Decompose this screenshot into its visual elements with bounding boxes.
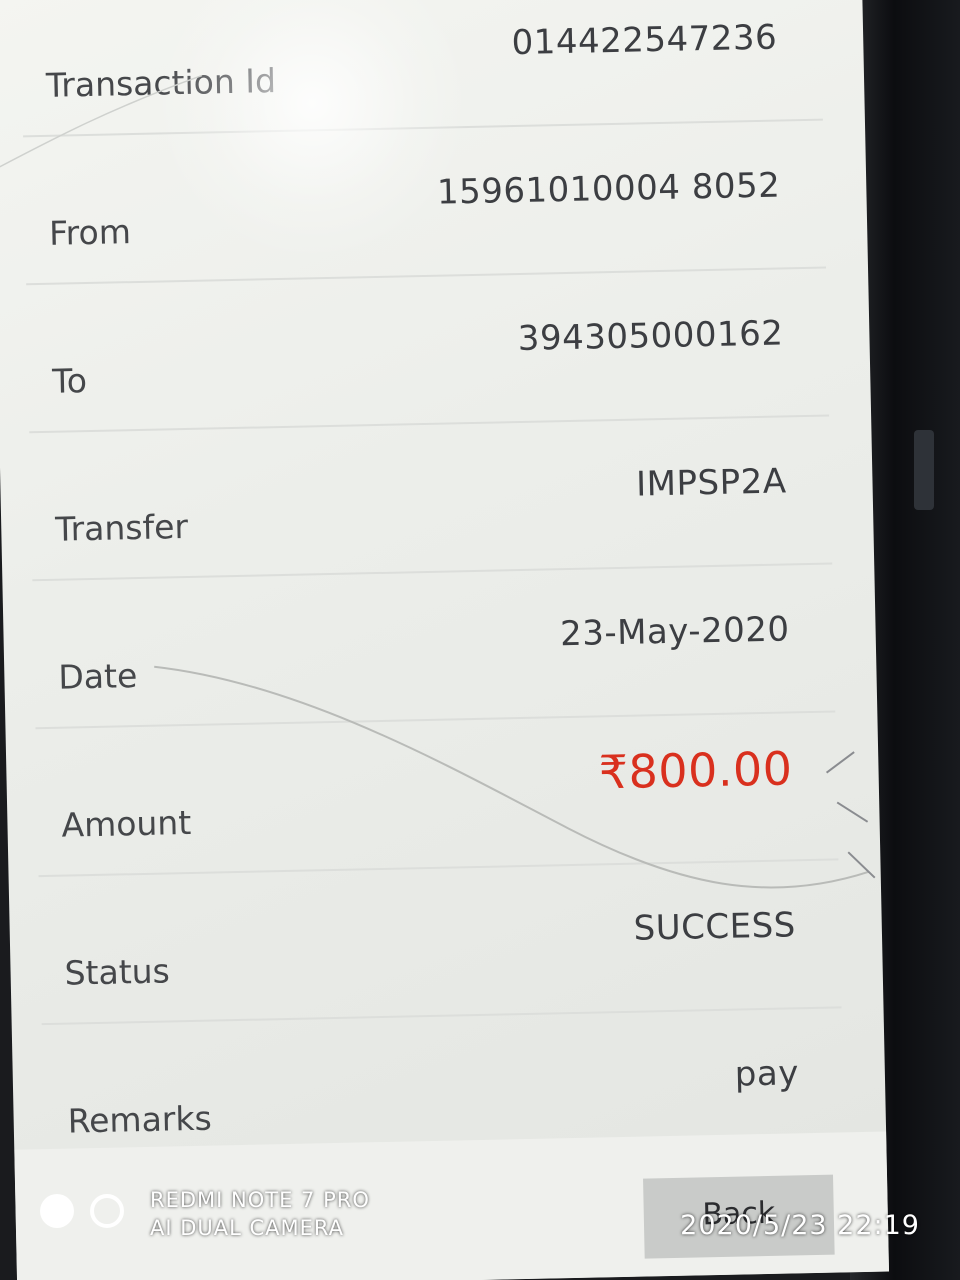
status-value: SUCCESS: [633, 905, 797, 949]
to-label: To: [51, 361, 88, 401]
transaction-id-label: Transaction Id: [45, 61, 277, 105]
from-label: From: [48, 212, 132, 253]
from-value: 15961010004 8052: [436, 165, 781, 213]
amount-row: Amount ₹800.00: [35, 712, 839, 878]
amount-value: ₹800.00: [598, 741, 794, 800]
photo-frame: Transaction Id 014422547236 From 1596101…: [0, 0, 960, 1280]
transaction-id-value: 014422547236: [511, 17, 778, 64]
transaction-details: Transaction Id 014422547236 From 1596101…: [19, 0, 845, 1174]
transfer-value: IMPSP2A: [635, 461, 787, 505]
remarks-label: Remarks: [67, 1098, 213, 1141]
remarks-value: pay: [734, 1053, 800, 1095]
amount-label: Amount: [61, 802, 192, 845]
from-row: From 15961010004 8052: [23, 120, 827, 286]
date-row: Date 23-May-2020: [32, 564, 836, 730]
phone-screen: Transaction Id 014422547236 From 1596101…: [0, 0, 890, 1280]
transfer-row: Transfer IMPSP2A: [29, 416, 833, 582]
to-value: 394305000162: [517, 313, 784, 360]
watermark-dot-ring-icon: [90, 1194, 124, 1228]
date-label: Date: [57, 656, 138, 697]
transaction-id-row: Transaction Id 014422547236: [19, 0, 823, 138]
watermark-camera: AI DUAL CAMERA: [150, 1216, 345, 1240]
watermark-device: REDMI NOTE 7 PRO: [150, 1188, 370, 1212]
watermark-dot-filled-icon: [40, 1194, 74, 1228]
bezel-glint: [914, 430, 934, 510]
status-label: Status: [64, 951, 171, 993]
watermark-timestamp: 2020/5/23 22:19: [680, 1210, 920, 1241]
bottom-bar: Back: [14, 1131, 890, 1280]
transfer-label: Transfer: [54, 506, 189, 549]
date-value: 23-May-2020: [559, 609, 790, 655]
to-row: To 394305000162: [26, 268, 830, 434]
status-row: Status SUCCESS: [38, 860, 842, 1026]
